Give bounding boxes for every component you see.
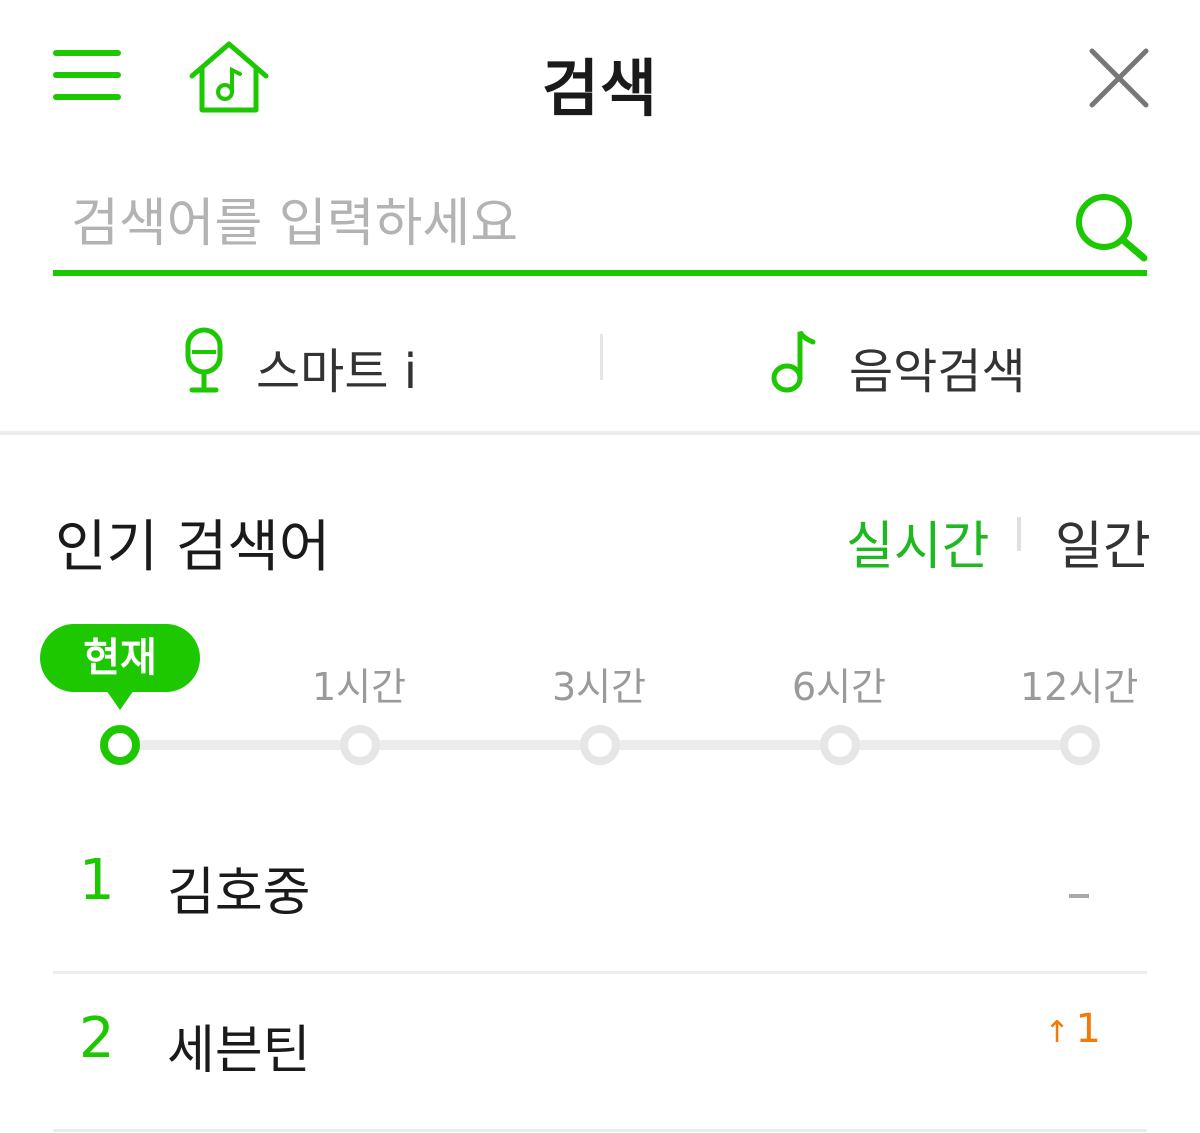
row-divider bbox=[53, 971, 1147, 974]
timeline-label-1h[interactable]: 1시간 bbox=[312, 656, 406, 711]
rank-keyword: 김호중 bbox=[167, 863, 311, 923]
timeline-node-3h[interactable] bbox=[580, 725, 620, 765]
music-note-icon bbox=[769, 324, 819, 400]
tab-divider bbox=[1017, 517, 1021, 551]
music-search-label: 음악검색 bbox=[849, 344, 1026, 400]
rank-change-none-icon bbox=[1069, 894, 1089, 898]
timeline-node-1h[interactable] bbox=[340, 725, 380, 765]
music-home-icon[interactable] bbox=[186, 40, 272, 114]
rank-keyword: 세븐틴 bbox=[167, 1021, 311, 1081]
timeline-label-3h[interactable]: 3시간 bbox=[552, 656, 646, 711]
timeline-current-bubble[interactable]: 현재 bbox=[40, 624, 200, 692]
search-icon[interactable] bbox=[1072, 190, 1150, 262]
search-input[interactable] bbox=[53, 184, 1053, 264]
music-search-button[interactable]: 음악검색 bbox=[765, 318, 1045, 400]
timeline-node-12h[interactable] bbox=[1060, 725, 1100, 765]
rank-number: 2 bbox=[79, 1006, 115, 1071]
timeline-node-6h[interactable] bbox=[820, 725, 860, 765]
arrow-up-icon: ↑ bbox=[1044, 1015, 1070, 1050]
tab-realtime[interactable]: 실시간 bbox=[846, 504, 990, 579]
smart-i-button[interactable]: 스마트 i bbox=[180, 318, 440, 400]
timeline-label-6h[interactable]: 6시간 bbox=[792, 656, 886, 711]
rank-change-value: 1 bbox=[1075, 1006, 1101, 1052]
ranking-row[interactable]: 2 세븐틴 ↑ 1 bbox=[53, 976, 1147, 1132]
popular-keywords-title: 인기 검색어 bbox=[55, 515, 331, 580]
rank-number: 1 bbox=[79, 848, 115, 913]
bubble-pointer bbox=[106, 690, 134, 710]
section-divider bbox=[0, 431, 1200, 435]
tab-daily[interactable]: 일간 bbox=[1055, 504, 1151, 579]
hamburger-menu-icon[interactable] bbox=[53, 50, 121, 108]
search-underline bbox=[53, 270, 1147, 276]
timeline-label-12h[interactable]: 12시간 bbox=[1020, 656, 1138, 711]
row-divider bbox=[53, 1129, 1147, 1132]
smart-i-label: 스마트 i bbox=[256, 344, 418, 400]
timeline-node-now[interactable] bbox=[100, 725, 140, 765]
rank-change-up: ↑ 1 bbox=[1044, 1006, 1101, 1052]
ranking-row[interactable]: 1 김호중 bbox=[53, 818, 1147, 974]
microphone-icon bbox=[182, 326, 226, 400]
quick-link-divider bbox=[600, 334, 603, 380]
close-icon[interactable] bbox=[1088, 47, 1150, 109]
page-title: 검색 bbox=[541, 52, 659, 125]
